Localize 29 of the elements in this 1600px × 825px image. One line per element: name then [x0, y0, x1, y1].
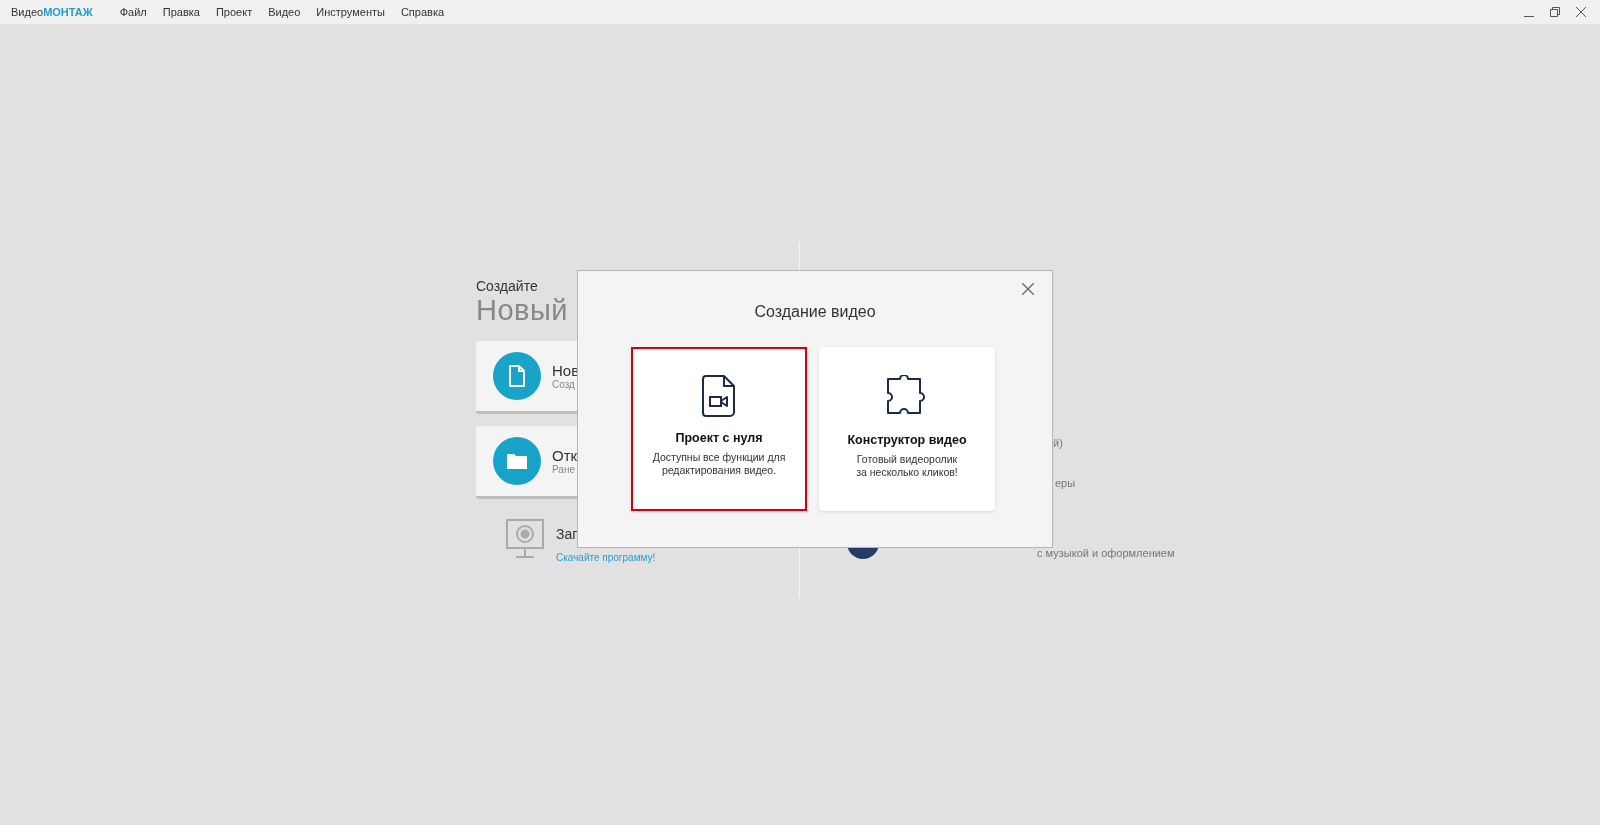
- menu-item[interactable]: Правка: [162, 6, 200, 18]
- action-subtitle: Созд: [552, 379, 576, 390]
- menu-item[interactable]: Файл: [119, 6, 147, 18]
- page-title: Новый: [476, 294, 569, 327]
- description-text: й): [1053, 437, 1063, 449]
- close-icon[interactable]: [1576, 7, 1586, 17]
- action-title: Отк: [552, 447, 578, 464]
- option-title: Проект с нуля: [675, 431, 763, 445]
- option-title: Конструктор видео: [847, 433, 967, 447]
- option-card[interactable]: Конструктор видео Готовый видеоролик за несколько кликов!: [819, 347, 995, 511]
- video-file-icon: [702, 375, 736, 417]
- close-icon[interactable]: [1022, 283, 1034, 295]
- menu-item[interactable]: Видео: [268, 6, 301, 18]
- description-text: еры: [1055, 477, 1076, 489]
- menu-item[interactable]: Проект: [215, 6, 253, 18]
- app-logo: ВидеоМОНТАЖ: [11, 6, 93, 18]
- monitor-icon: [506, 519, 544, 559]
- action-icon: [493, 352, 541, 400]
- menu-item[interactable]: Инструменты: [316, 6, 385, 18]
- restore-icon[interactable]: [1550, 7, 1560, 17]
- option-description: Доступны все функции для редактирования видео.: [652, 451, 786, 477]
- dialog-title: Создание видео: [753, 303, 877, 321]
- option-description: Готовый видеоролик за несколько кликов!: [856, 453, 958, 479]
- heading: Создайте: [476, 278, 539, 294]
- action-subtitle: Ране: [552, 464, 576, 475]
- action-icon: [493, 437, 541, 485]
- option-card[interactable]: Проект с нуля Доступны все функции для редактирования видео.: [631, 347, 807, 511]
- menu-item[interactable]: Справка: [400, 6, 445, 18]
- description-text: с музыкой и оформлением: [1037, 547, 1175, 559]
